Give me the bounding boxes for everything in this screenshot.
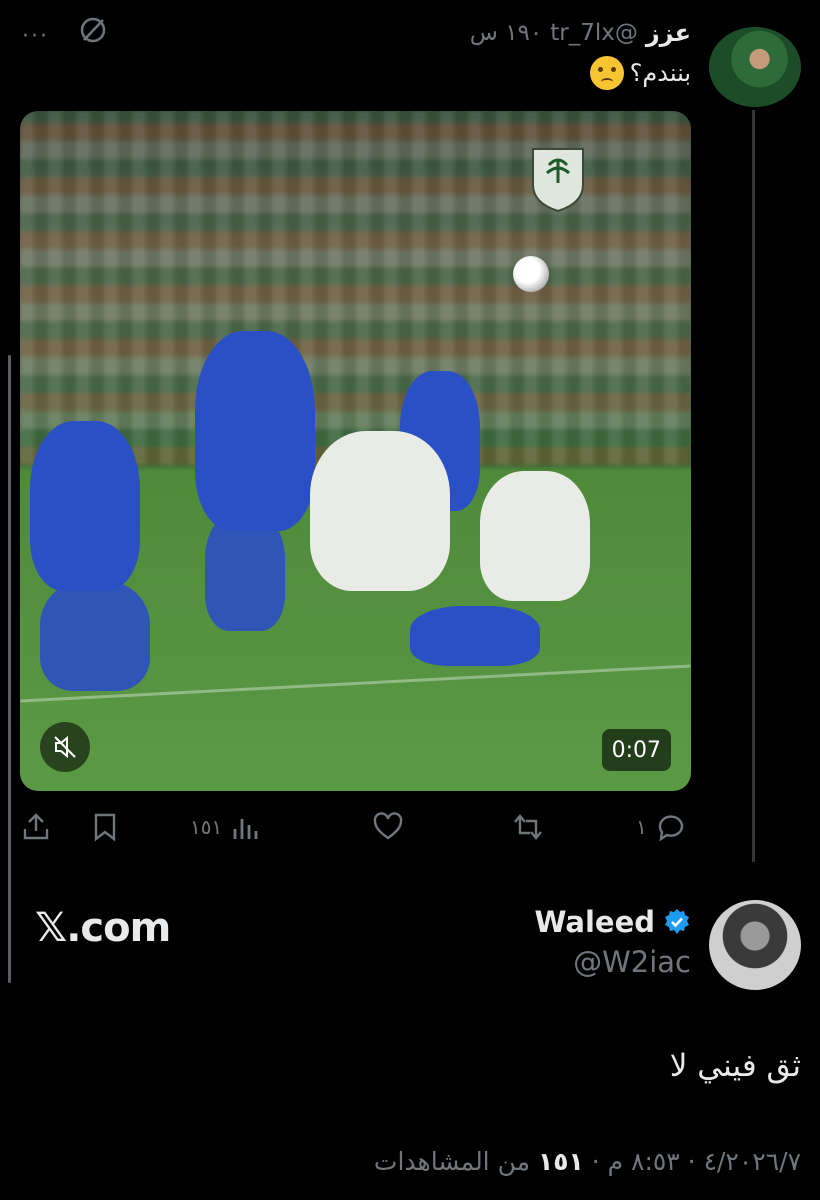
author-handle[interactable]: @tr_7lx — [550, 20, 638, 46]
video-player[interactable]: 0:07 — [20, 111, 691, 791]
share-button[interactable] — [20, 806, 52, 848]
stadium-crowd — [20, 111, 691, 465]
video-duration: 0:07 — [601, 729, 671, 771]
reply-button[interactable]: ١ — [636, 806, 687, 848]
tweet-time[interactable]: ١٩٠ س — [470, 20, 542, 46]
thread-line — [752, 110, 755, 862]
post-date[interactable]: ٤/٢٠٢٦/٧ · ٨:٥٣ م · — [592, 1147, 801, 1176]
player — [410, 606, 540, 666]
post-views-label: من المشاهدات — [373, 1147, 530, 1176]
avatar[interactable] — [709, 27, 801, 107]
author-name[interactable]: Waleed — [534, 905, 655, 939]
repost-icon — [514, 814, 542, 840]
tweet-text: بنندم؟ — [589, 56, 691, 90]
heart-icon — [373, 812, 403, 840]
repost-button[interactable] — [512, 806, 544, 848]
player — [40, 581, 150, 691]
views-count: ١٥١ — [190, 815, 223, 839]
bookmark-icon — [94, 813, 116, 842]
author-name-row[interactable]: Waleed — [534, 905, 691, 939]
player — [480, 471, 590, 601]
mute-icon — [54, 735, 76, 759]
verified-badge-icon — [665, 909, 689, 934]
reply-count: ١ — [636, 815, 647, 839]
views-button[interactable]: ١٥١ — [190, 806, 262, 848]
site-logo[interactable]: 𝕏.com — [35, 905, 171, 951]
views-icon — [233, 819, 258, 839]
grok-icon[interactable] — [78, 15, 108, 45]
football — [513, 256, 549, 292]
avatar[interactable] — [709, 900, 801, 990]
author-handle[interactable]: @W2iac — [573, 945, 691, 979]
post-meta: ٤/٢٠٢٦/٧ · ٨:٥٣ م · ١٥١ من المشاهدات — [374, 1147, 801, 1176]
author-name[interactable]: عزز — [646, 19, 691, 47]
mute-button[interactable] — [40, 722, 90, 772]
player — [30, 421, 140, 591]
post-text: ثق فيني لا — [669, 1048, 801, 1084]
tweet-header: عزز @tr_7lx ١٩٠ س — [470, 16, 691, 50]
crying-face-icon — [589, 56, 624, 90]
reply-icon — [658, 815, 683, 842]
tweet-text-content: بنندم؟ — [629, 59, 691, 87]
more-options-icon[interactable]: ··· — [22, 24, 49, 49]
bookmark-button[interactable] — [89, 806, 121, 848]
scroll-indicator[interactable] — [8, 355, 11, 983]
like-button[interactable] — [372, 806, 404, 848]
player — [205, 511, 285, 631]
share-icon — [23, 813, 49, 840]
player — [310, 431, 450, 591]
action-bar: ١٥١ ١ — [0, 806, 820, 848]
club-crest-icon — [532, 148, 584, 213]
post-views: ١٥١ — [537, 1147, 584, 1176]
player — [195, 331, 315, 531]
